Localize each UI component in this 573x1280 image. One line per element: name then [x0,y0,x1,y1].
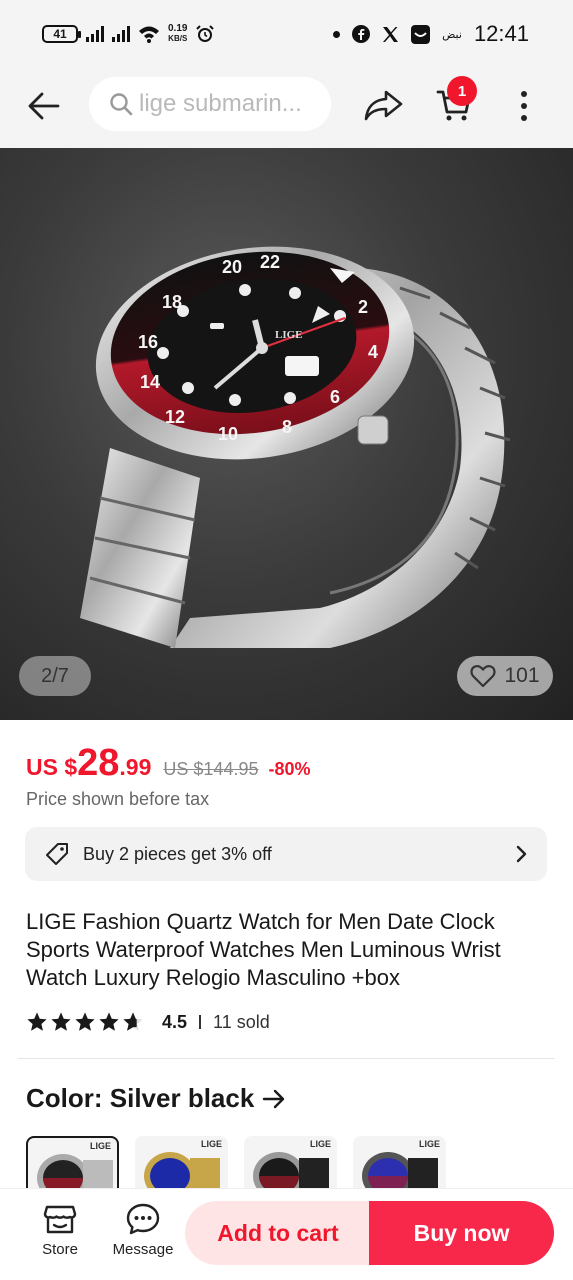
buy-now-button[interactable]: Buy now [369,1201,554,1265]
store-icon [43,1205,77,1234]
promo-banner[interactable]: Buy 2 pieces get 3% off [25,827,547,881]
signal-icon [86,26,104,42]
star-rating [26,1011,144,1033]
store-label: Store [42,1241,78,1258]
arrow-right-icon [263,1089,285,1108]
swatch-brand-logo: LIGE [200,1139,222,1149]
star-icon [51,1012,71,1031]
search-query-text: lige submarin... [139,90,302,117]
price-row: US $ 28 .99 US $144.95 -80% [26,742,311,786]
svg-text:14: 14 [140,372,160,392]
star-icon [27,1012,47,1031]
network-speed-value: 0.19 [168,23,188,34]
swatch-brand-logo: LIGE [89,1141,111,1151]
swatch-brand-logo: LIGE [309,1139,331,1149]
app-notification-icon [411,24,431,44]
more-vertical-icon [521,91,527,121]
product-photo-watch: LIGE 20 22 24 1816 1412 10 86 [80,246,511,648]
svg-text:4: 4 [368,342,378,362]
back-button[interactable] [24,86,64,126]
star-icon [99,1012,119,1031]
promo-text: Buy 2 pieces get 3% off [83,843,272,864]
alarm-icon [196,25,215,42]
color-swatch-gold-blue[interactable]: LIGE [135,1136,228,1196]
svg-text:LIGE: LIGE [275,329,303,341]
chat-bubble-icon [126,1203,160,1235]
add-to-cart-button[interactable]: Add to cart [185,1201,371,1265]
arrow-left-icon [28,92,60,120]
section-divider [18,1058,555,1059]
message-label: Message [112,1241,174,1258]
message-button[interactable]: Message [108,1203,178,1267]
x-twitter-icon [383,26,399,42]
clock: 12:41 [473,21,529,46]
more-options-button[interactable] [512,84,536,128]
star-half-icon [123,1012,143,1031]
status-bar: 41 0.19 KB/S نبض 12:41 [0,0,573,68]
swatch-brand-logo: LIGE [418,1139,440,1149]
color-swatches: LIGE LIGE LIGE LIGE [26,1136,446,1196]
wishlist-count: 101 [504,664,540,687]
share-icon [364,90,403,121]
cart-count-badge: 1 [447,76,477,106]
image-counter: 2/7 [19,656,91,696]
svg-text:12: 12 [165,407,185,427]
original-price: US $144.95 [163,759,259,779]
chevron-right-icon [516,845,527,863]
rating-row[interactable]: 4.5 11 sold [26,1008,270,1036]
rating-value: 4.5 [162,1011,188,1032]
notification-dot-icon [333,30,341,38]
tax-note: Price shown before tax [26,789,210,809]
wishlist-button[interactable]: 101 [457,656,553,696]
color-swatch-silver-black[interactable]: LIGE [26,1136,119,1196]
svg-text:16: 16 [138,332,158,352]
svg-text:18: 18 [162,292,182,312]
price-decimal: .99 [119,754,152,780]
color-swatch-black-blue[interactable]: LIGE [353,1136,446,1196]
heart-icon [470,665,497,688]
color-selector-header[interactable]: Color: Silver black [26,1083,286,1114]
store-button[interactable]: Store [30,1203,90,1267]
svg-text:10: 10 [218,424,238,444]
wifi-icon [139,26,159,43]
signal-icon-2 [112,26,130,42]
carrier-text: نبض [442,28,462,41]
battery-level: 41 [53,27,67,41]
product-image-gallery[interactable]: LIGE 20 22 24 18 16 14 12 10 8 6 2/7 101 [0,148,573,720]
network-speed-unit: KB/S [168,34,188,43]
network-speed: 0.19 KB/S [168,24,187,44]
search-icon [110,93,133,116]
rating-divider [199,1015,202,1029]
status-left: 41 0.19 KB/S [42,22,215,46]
search-input[interactable]: lige submarin... [89,77,331,131]
share-button[interactable] [362,85,406,125]
svg-text:6: 6 [330,387,340,407]
status-right: نبض 12:41 [333,20,529,48]
battery-indicator: 41 [42,25,81,43]
price-currency: US $ [26,754,78,780]
product-title: LIGE Fashion Quartz Watch for Men Date C… [26,909,501,990]
svg-text:8: 8 [282,417,292,437]
discount-badge: -80% [268,759,311,779]
svg-text:2: 2 [358,297,368,317]
top-bar: lige submarin... 1 [0,68,573,148]
tag-icon [46,843,68,865]
color-swatch-black-rubber[interactable]: LIGE [244,1136,337,1196]
color-label: Color: Silver black [26,1083,255,1113]
bottom-action-bar: Store Message Add to cart Buy now [0,1188,573,1280]
sold-count: 11 sold [213,1011,270,1032]
price-integer: 28 [77,742,120,784]
facebook-icon [352,25,371,43]
star-icon [75,1012,95,1031]
svg-text:22: 22 [260,252,280,272]
svg-text:20: 20 [222,257,242,277]
